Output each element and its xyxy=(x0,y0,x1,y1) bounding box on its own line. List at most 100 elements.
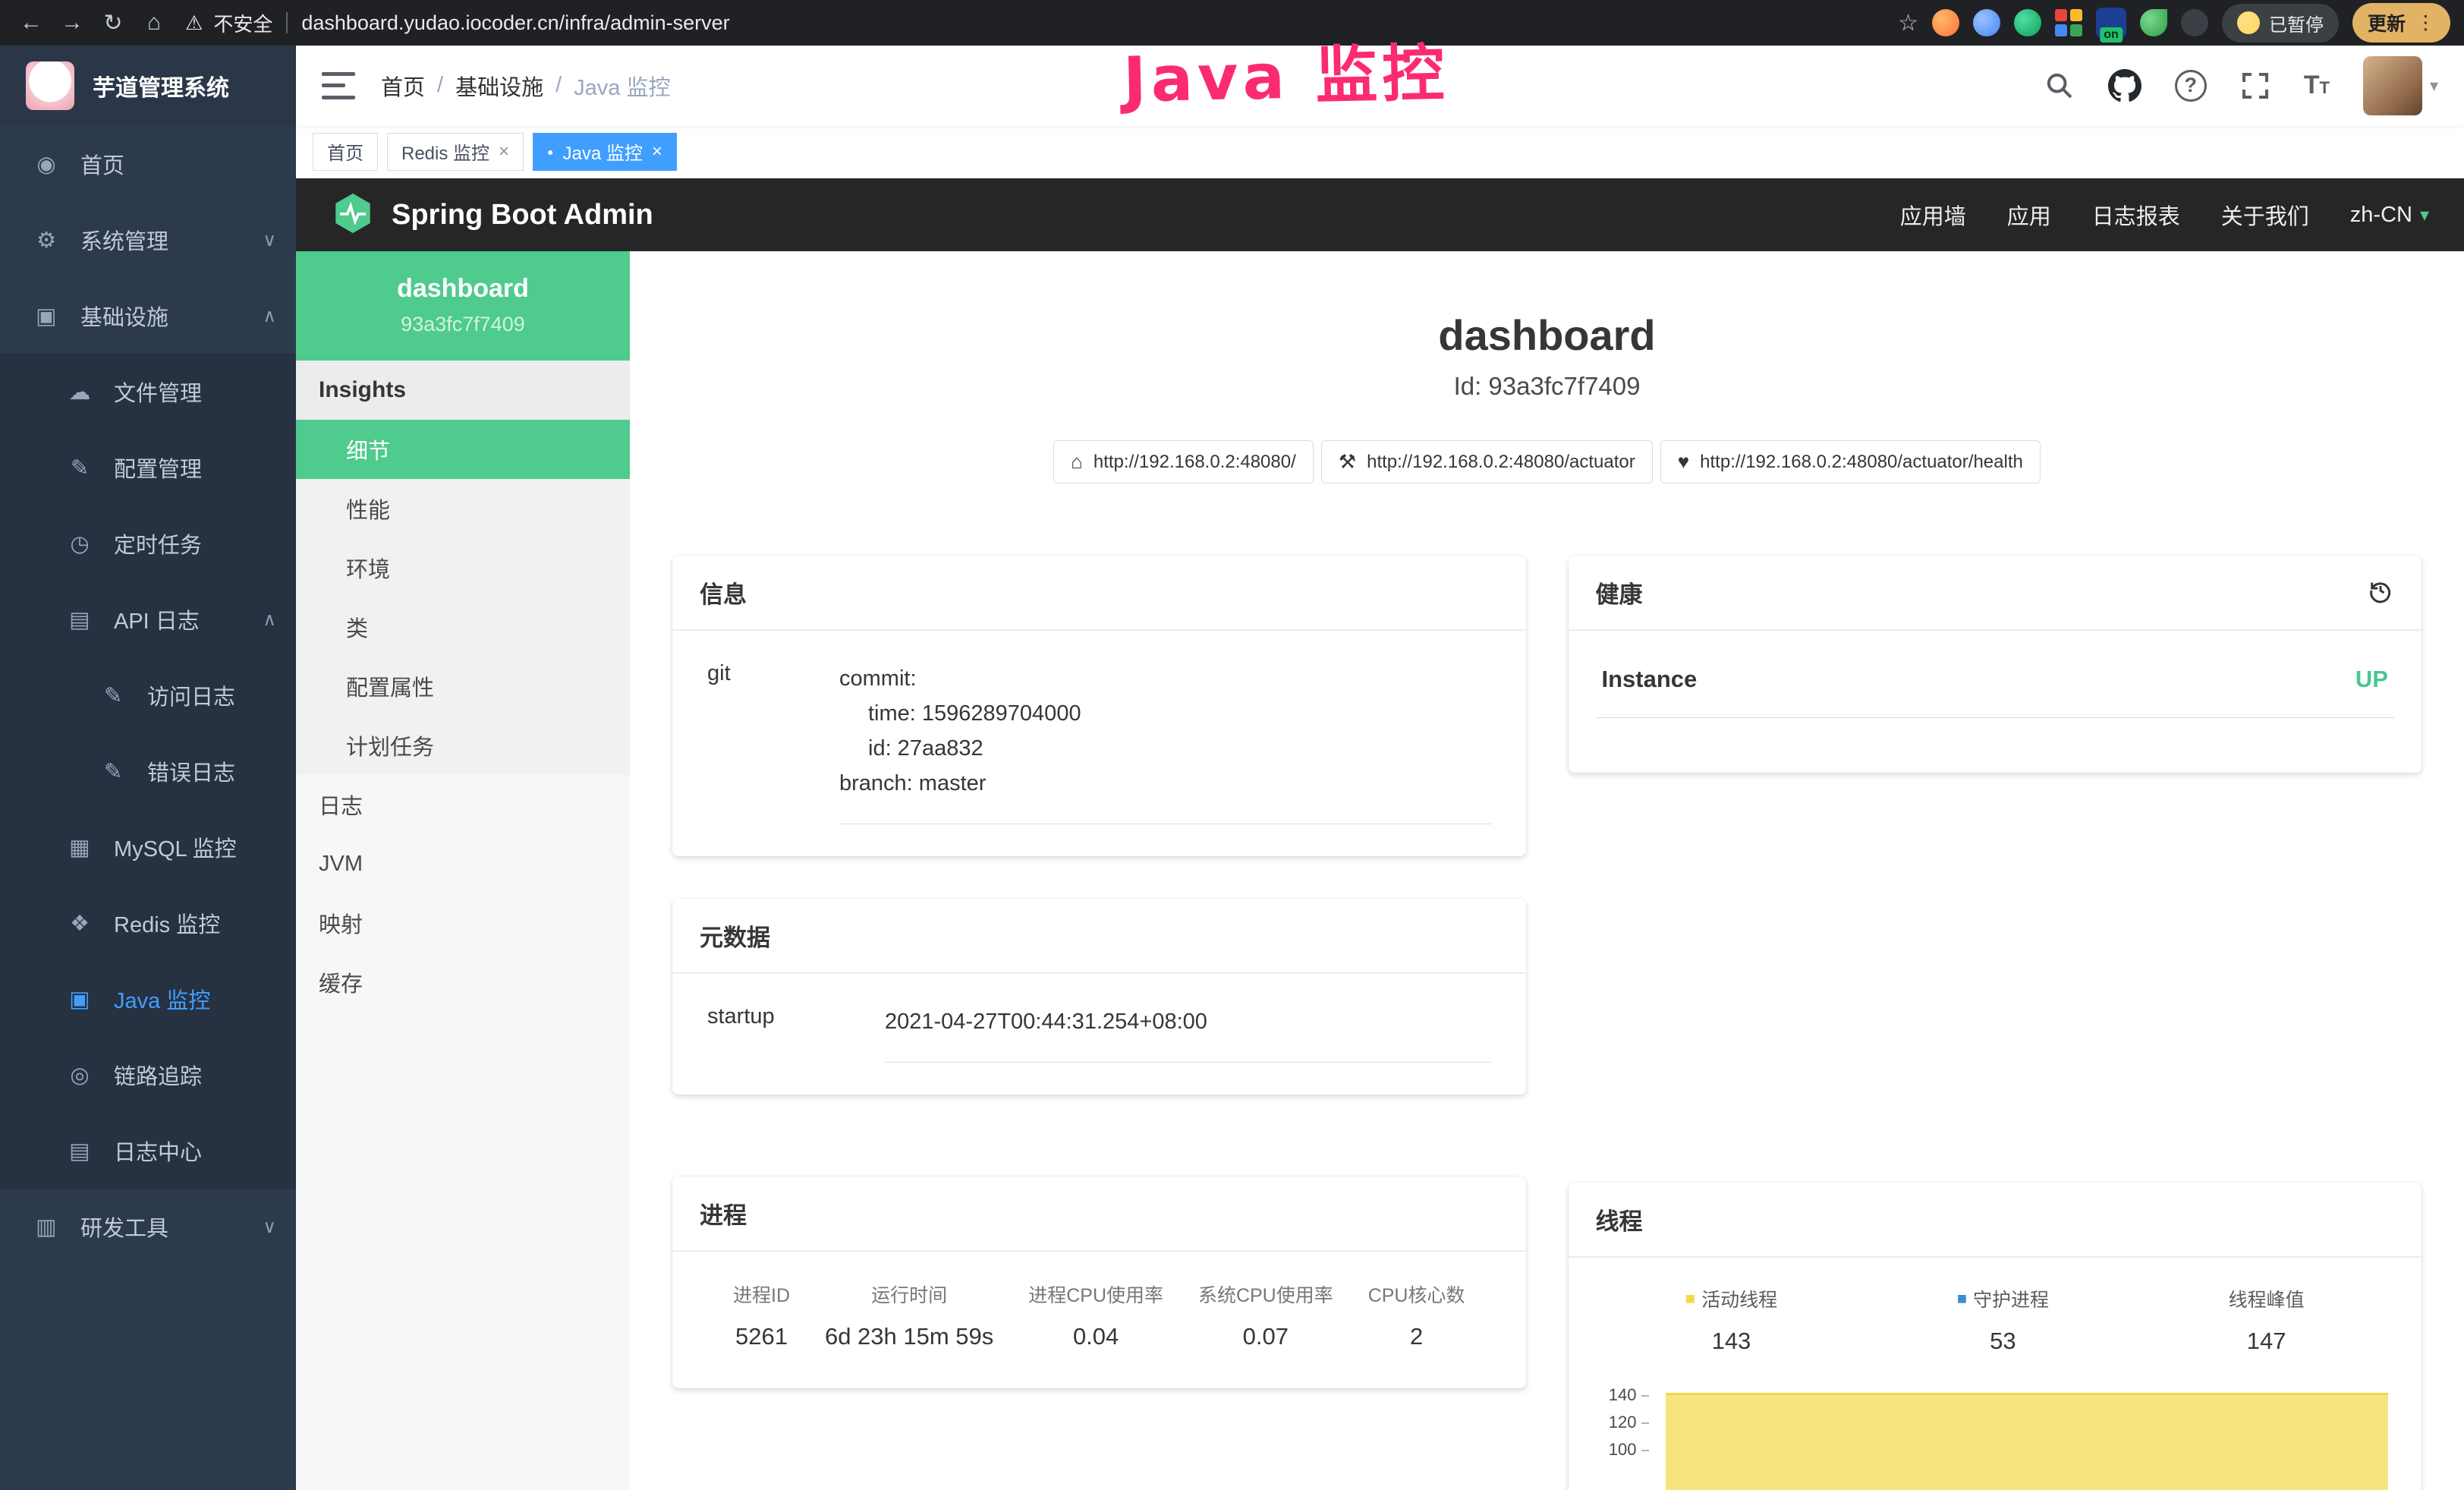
process-card-title: 进程 xyxy=(700,1196,747,1230)
drop-extension-icon[interactable] xyxy=(1973,9,2000,36)
on-badge-extension-icon[interactable]: on xyxy=(2096,8,2126,38)
home-icon[interactable]: ⌂ xyxy=(137,5,172,40)
sba-menu-classes[interactable]: 类 xyxy=(296,597,630,657)
history-icon[interactable] xyxy=(2367,577,2394,608)
github-icon[interactable] xyxy=(2108,69,2141,102)
close-icon[interactable]: × xyxy=(652,141,662,162)
breadcrumb: 首页 / 基础设施 / Java 监控 xyxy=(381,70,670,102)
sba-nav-about[interactable]: 关于我们 xyxy=(2221,199,2309,231)
sidebar-item-java[interactable]: ▣ Java 监控 xyxy=(0,961,296,1037)
sidebar-item-api-log[interactable]: ▤ API 日志 ∧ xyxy=(0,581,296,657)
sidebar-item-log-center[interactable]: ▤ 日志中心 xyxy=(0,1113,296,1189)
chevron-down-icon: ∨ xyxy=(263,1216,276,1238)
user-menu[interactable]: ▾ xyxy=(2363,56,2438,115)
green-extension-icon[interactable] xyxy=(2014,9,2041,36)
sba-menu-configprops[interactable]: 配置属性 xyxy=(296,657,630,716)
close-icon[interactable]: × xyxy=(499,141,509,162)
app-logo xyxy=(26,61,74,110)
sidebar-item-jobs[interactable]: ◷ 定时任务 xyxy=(0,506,296,581)
sidebar-item-redis[interactable]: ❖ Redis 监控 xyxy=(0,885,296,961)
stat-label: 系统CPU使用率 xyxy=(1198,1281,1333,1308)
font-size-icon[interactable]: TT xyxy=(2304,71,2330,100)
tab-home[interactable]: 首页 xyxy=(313,133,378,171)
sidebar-item-config[interactable]: ✎ 配置管理 xyxy=(0,430,296,506)
sidebar-item-files[interactable]: ☁ 文件管理 xyxy=(0,354,296,430)
on-badge: on xyxy=(2100,27,2123,43)
bookmark-star-icon[interactable]: ☆ xyxy=(1898,10,1918,36)
tab-java[interactable]: ● Java 监控 × xyxy=(533,133,677,171)
sidebar-item-error-log[interactable]: ✎ 错误日志 xyxy=(0,733,296,809)
stat-system-cpu: 系统CPU使用率 0.07 xyxy=(1198,1281,1333,1350)
paused-badge[interactable]: 已暂停 xyxy=(2222,4,2339,43)
instance-health-link[interactable]: ♥ http://192.168.0.2:48080/actuator/heal… xyxy=(1660,440,2041,484)
y-axis-tick: 100 xyxy=(1596,1440,1649,1460)
app-logo-row[interactable]: 芋道管理系统 xyxy=(0,46,296,126)
back-icon[interactable]: ← xyxy=(14,5,49,40)
sba-brand[interactable]: Spring Boot Admin xyxy=(392,199,653,232)
sidebar-item-label: 配置管理 xyxy=(114,452,202,484)
url-text[interactable]: dashboard.yudao.iocoder.cn/infra/admin-s… xyxy=(301,11,729,35)
forward-icon[interactable]: → xyxy=(55,5,90,40)
sba-menu-details[interactable]: 细节 xyxy=(296,420,630,479)
fox-extension-icon[interactable] xyxy=(1932,9,1959,36)
sba-menu-metrics[interactable]: 性能 xyxy=(296,479,630,538)
sba-language-select[interactable]: zh-CN ▾ xyxy=(2350,203,2429,228)
sidebar-item-trace[interactable]: ◎ 链路追踪 xyxy=(0,1037,296,1113)
kebab-menu-icon[interactable]: ⋮ xyxy=(2416,11,2435,34)
sba-nav-journal[interactable]: 日志报表 xyxy=(2092,199,2180,231)
threads-card-title: 线程 xyxy=(1596,1202,1643,1236)
security-chip[interactable]: ⚠ 不安全 xyxy=(185,9,272,37)
grid-extension-icon[interactable] xyxy=(2055,9,2082,36)
hamburger-icon[interactable] xyxy=(322,72,355,99)
document-icon: ▤ xyxy=(65,1138,94,1164)
sidebar-item-devtools[interactable]: ▥ 研发工具 ∨ xyxy=(0,1189,296,1265)
paused-label: 已暂停 xyxy=(2269,10,2324,36)
layers-icon: ❖ xyxy=(65,910,94,937)
health-instance-label: Instance xyxy=(1602,666,1698,693)
sidebar-item-infra[interactable]: ▣ 基础设施 ∧ xyxy=(0,278,296,354)
sidebar-item-label: 研发工具 xyxy=(80,1211,168,1243)
legend-value: 143 xyxy=(1685,1328,1777,1355)
breadcrumb-current: Java 监控 xyxy=(574,70,670,102)
spring-boot-admin-frame: Spring Boot Admin 应用墙 应用 日志报表 关于我们 zh-CN… xyxy=(296,178,2464,1490)
tab-redis[interactable]: Redis 监控 × xyxy=(387,133,524,171)
sba-menu-environment[interactable]: 环境 xyxy=(296,538,630,597)
search-icon[interactable] xyxy=(2044,71,2075,101)
health-instance-row[interactable]: Instance UP xyxy=(1596,657,2395,718)
stat-process-cpu: 进程CPU使用率 0.04 xyxy=(1028,1281,1163,1350)
update-button[interactable]: 更新 ⋮ xyxy=(2352,3,2450,43)
link-label: http://192.168.0.2:48080/ xyxy=(1094,452,1296,473)
breadcrumb-infra[interactable]: 基础设施 xyxy=(455,70,543,102)
breadcrumb-home[interactable]: 首页 xyxy=(381,70,425,102)
chevron-down-icon: ∨ xyxy=(263,229,276,251)
fullscreen-icon[interactable] xyxy=(2240,71,2270,101)
leaf-extension-icon[interactable] xyxy=(2140,9,2167,36)
sba-menu-scheduledtasks[interactable]: 计划任务 xyxy=(296,716,630,775)
stat-value: 6d 23h 15m 59s xyxy=(825,1323,993,1350)
link-label: http://192.168.0.2:48080/actuator/health xyxy=(1700,452,2023,473)
sba-menu-logs[interactable]: 日志 xyxy=(296,775,630,834)
help-icon[interactable]: ? xyxy=(2175,70,2207,102)
sidebar-item-access-log[interactable]: ✎ 访问日志 xyxy=(0,657,296,733)
instance-actuator-link[interactable]: ⚒ http://192.168.0.2:48080/actuator xyxy=(1321,440,1653,484)
dark-extension-icon[interactable] xyxy=(2181,9,2208,36)
sidebar-item-label: 首页 xyxy=(80,148,124,180)
sidebar-item-mysql[interactable]: ▦ MySQL 监控 xyxy=(0,809,296,885)
sba-menu-caches[interactable]: 缓存 xyxy=(296,953,630,1012)
sidebar-item-label: 链路追踪 xyxy=(114,1059,202,1091)
tab-label: 首页 xyxy=(327,138,363,165)
stat-value: 5261 xyxy=(733,1323,790,1350)
sba-menu-jvm[interactable]: JVM xyxy=(296,834,630,893)
sba-nav-applications[interactable]: 应用 xyxy=(2007,199,2051,231)
health-card: 健康 Instance UP xyxy=(1569,556,2422,773)
sba-logo-icon[interactable] xyxy=(331,191,375,239)
sba-instance-header[interactable]: dashboard 93a3fc7f7409 xyxy=(296,251,630,361)
status-badge: UP xyxy=(2355,666,2388,693)
sba-language-value: zh-CN xyxy=(2350,203,2412,228)
instance-home-link[interactable]: ⌂ http://192.168.0.2:48080/ xyxy=(1053,440,1314,484)
sba-menu-mappings[interactable]: 映射 xyxy=(296,893,630,953)
reload-icon[interactable]: ↻ xyxy=(96,5,131,40)
sba-nav-wall[interactable]: 应用墙 xyxy=(1900,199,1966,231)
sidebar-item-system[interactable]: ⚙ 系统管理 ∨ xyxy=(0,202,296,278)
sidebar-item-home[interactable]: ◉ 首页 xyxy=(0,126,296,202)
